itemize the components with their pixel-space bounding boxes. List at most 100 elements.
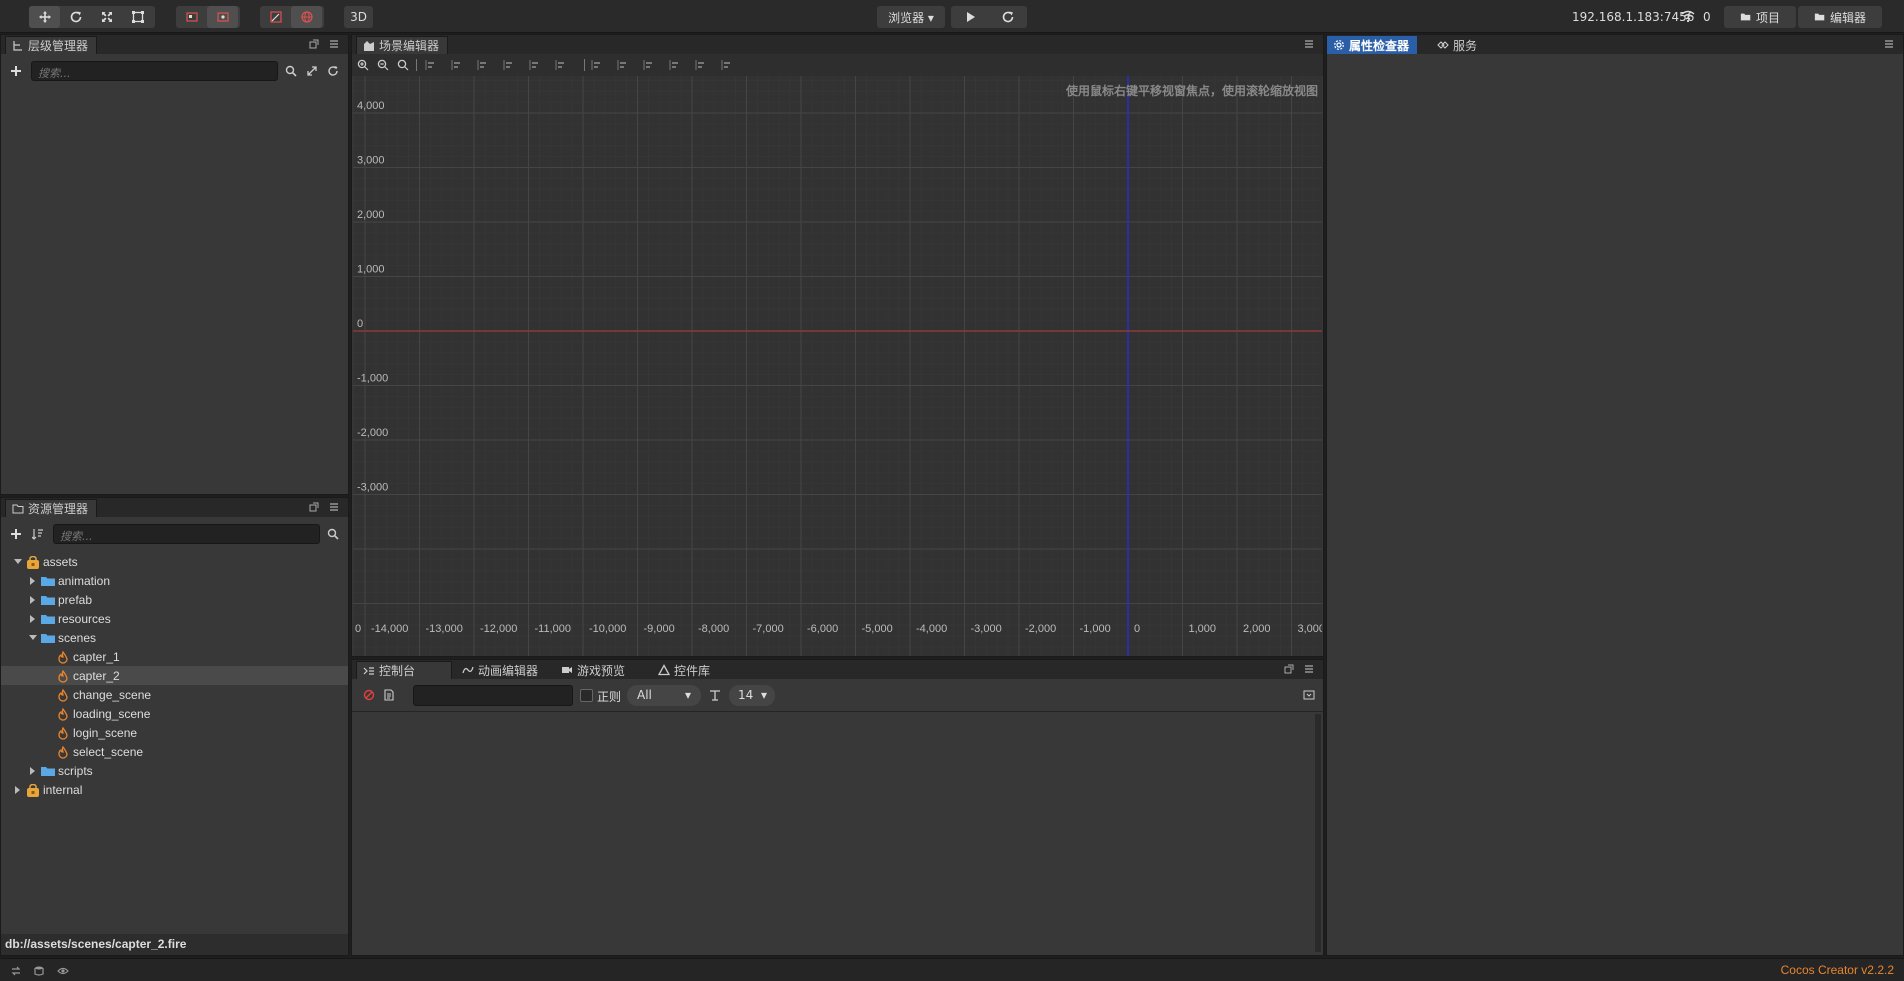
- console-log-area[interactable]: [354, 714, 1314, 952]
- tree-item-capter_2[interactable]: capter_2: [1, 666, 348, 685]
- move-tool-button[interactable]: [29, 6, 60, 28]
- rect-tool-button[interactable]: [122, 6, 153, 28]
- eye-icon[interactable]: [56, 964, 70, 978]
- tab-assets[interactable]: 资源管理器: [5, 499, 98, 517]
- global-coord-button[interactable]: [291, 6, 322, 28]
- tree-item-login_scene[interactable]: login_scene: [1, 723, 348, 742]
- pivot-center-button[interactable]: [207, 6, 238, 28]
- tab-inspector[interactable]: 属性检查器: [1327, 36, 1418, 54]
- tab-game-preview[interactable]: 游戏预览: [555, 661, 633, 679]
- tree-item-internal[interactable]: internal: [1, 780, 348, 799]
- align-right-icon[interactable]: [554, 58, 568, 72]
- rotate-icon: [70, 11, 81, 23]
- panel-menu-icon[interactable]: [328, 501, 340, 513]
- tab-inspector-label: 属性检查器: [1349, 38, 1410, 53]
- tab-console[interactable]: 控制台: [356, 661, 452, 679]
- tab-services[interactable]: 服务: [1431, 36, 1485, 54]
- editor-button[interactable]: 编辑器: [1798, 6, 1882, 28]
- chevron-right-icon[interactable]: [28, 595, 38, 605]
- align-hcenter-icon[interactable]: [528, 58, 542, 72]
- popout-icon[interactable]: [1283, 663, 1295, 675]
- tree-item-scenes[interactable]: scenes: [1, 628, 348, 647]
- panel-menu-icon[interactable]: [328, 38, 340, 50]
- popout-icon[interactable]: [308, 501, 320, 513]
- tree-item-resources[interactable]: resources: [1, 609, 348, 628]
- add-node-button[interactable]: [9, 64, 23, 78]
- refresh-icon[interactable]: [326, 64, 340, 78]
- browser-select[interactable]: 浏览器 ▾: [877, 6, 945, 28]
- tab-animation-editor[interactable]: 动画编辑器: [456, 661, 546, 679]
- chevron-down-icon[interactable]: [13, 557, 23, 567]
- tree-item-label: login_scene: [73, 725, 138, 740]
- expand-icon[interactable]: [305, 64, 319, 78]
- panel-menu-icon[interactable]: [1303, 38, 1315, 50]
- search-icon[interactable]: [284, 64, 298, 78]
- align-top-icon[interactable]: [424, 58, 438, 72]
- popout-icon[interactable]: [308, 38, 320, 50]
- clear-console-icon[interactable]: [362, 688, 376, 702]
- x-axis-tick-label: -9,000: [644, 623, 675, 635]
- log-level-select[interactable]: All ▾: [627, 685, 701, 706]
- tree-item-change_scene[interactable]: change_scene: [1, 685, 348, 704]
- align-left-icon[interactable]: [502, 58, 516, 72]
- regex-checkbox[interactable]: [580, 689, 593, 702]
- search-icon[interactable]: [326, 527, 340, 541]
- distribute-right-icon[interactable]: [720, 58, 734, 72]
- add-asset-button[interactable]: [9, 527, 23, 541]
- play-button[interactable]: [951, 6, 989, 28]
- distribute-hcenter-icon[interactable]: [694, 58, 708, 72]
- hierarchy-search-input[interactable]: 搜索...: [31, 61, 278, 81]
- refresh-button[interactable]: [989, 6, 1027, 28]
- distribute-top-icon[interactable]: [590, 58, 604, 72]
- panel-menu-icon[interactable]: [1883, 38, 1895, 50]
- distribute-bottom-icon[interactable]: [642, 58, 656, 72]
- console-scrollbar[interactable]: [1315, 714, 1321, 952]
- align-vcenter-icon[interactable]: [450, 58, 464, 72]
- tree-item-capter_1[interactable]: capter_1: [1, 647, 348, 666]
- collapse-icon[interactable]: [1302, 688, 1316, 702]
- tree-item-animation[interactable]: animation: [1, 571, 348, 590]
- sort-icon[interactable]: [31, 527, 45, 541]
- scene-viewport[interactable]: 0 -14,000 -13,000 -12,000 -11,000 -10,000 -9,0…: [353, 76, 1322, 656]
- x-axis-tick-label: -4,000: [916, 623, 947, 635]
- zoom-out-icon[interactable]: [376, 58, 390, 72]
- tree-item-select_scene[interactable]: select_scene: [1, 742, 348, 761]
- font-size-select[interactable]: 14 ▾: [729, 685, 775, 706]
- panel-menu-icon[interactable]: [1303, 663, 1315, 675]
- distribute-left-icon[interactable]: [668, 58, 682, 72]
- chevron-down-icon[interactable]: [28, 633, 38, 643]
- tree-item-scripts[interactable]: scripts: [1, 761, 348, 780]
- x-axis-tick-label: 3,000: [1298, 623, 1323, 635]
- font-size-value: 14: [738, 688, 754, 702]
- tree-item-loading_scene[interactable]: loading_scene: [1, 704, 348, 723]
- chevron-right-icon[interactable]: [28, 576, 38, 586]
- scale-tool-button[interactable]: [91, 6, 122, 28]
- tab-scene-editor[interactable]: 场景编辑器: [356, 36, 449, 54]
- 3d-mode-button[interactable]: 3D: [344, 6, 373, 28]
- pivot-local-button[interactable]: [176, 6, 207, 28]
- tree-item-assets[interactable]: assets: [1, 552, 348, 571]
- tab-widget-library[interactable]: 控件库: [652, 661, 718, 679]
- tree-item-label: assets: [43, 554, 78, 569]
- local-coord-button[interactable]: [260, 6, 291, 28]
- preview-ip-address[interactable]: 192.168.1.183:7456: [1572, 10, 1694, 24]
- tab-hierarchy[interactable]: 层级管理器: [5, 36, 98, 54]
- plus-icon: [11, 529, 21, 539]
- distribute-vcenter-icon[interactable]: [616, 58, 630, 72]
- chevron-right-icon[interactable]: [13, 785, 23, 795]
- scene-file-icon: [56, 707, 70, 721]
- zoom-in-icon[interactable]: [356, 58, 370, 72]
- zoom-reset-icon[interactable]: [396, 58, 410, 72]
- align-bottom-icon[interactable]: [476, 58, 490, 72]
- chevron-right-icon[interactable]: [28, 614, 38, 624]
- console-filter-input[interactable]: [413, 685, 573, 706]
- project-button[interactable]: 项目: [1724, 6, 1796, 28]
- open-log-icon[interactable]: [382, 688, 396, 702]
- rotate-tool-button[interactable]: [60, 6, 91, 28]
- database-icon[interactable]: [32, 964, 46, 978]
- tree-item-prefab[interactable]: prefab: [1, 590, 348, 609]
- sync-icon[interactable]: [9, 964, 23, 978]
- assets-search-input[interactable]: 搜索...: [53, 524, 320, 544]
- chevron-right-icon[interactable]: [28, 766, 38, 776]
